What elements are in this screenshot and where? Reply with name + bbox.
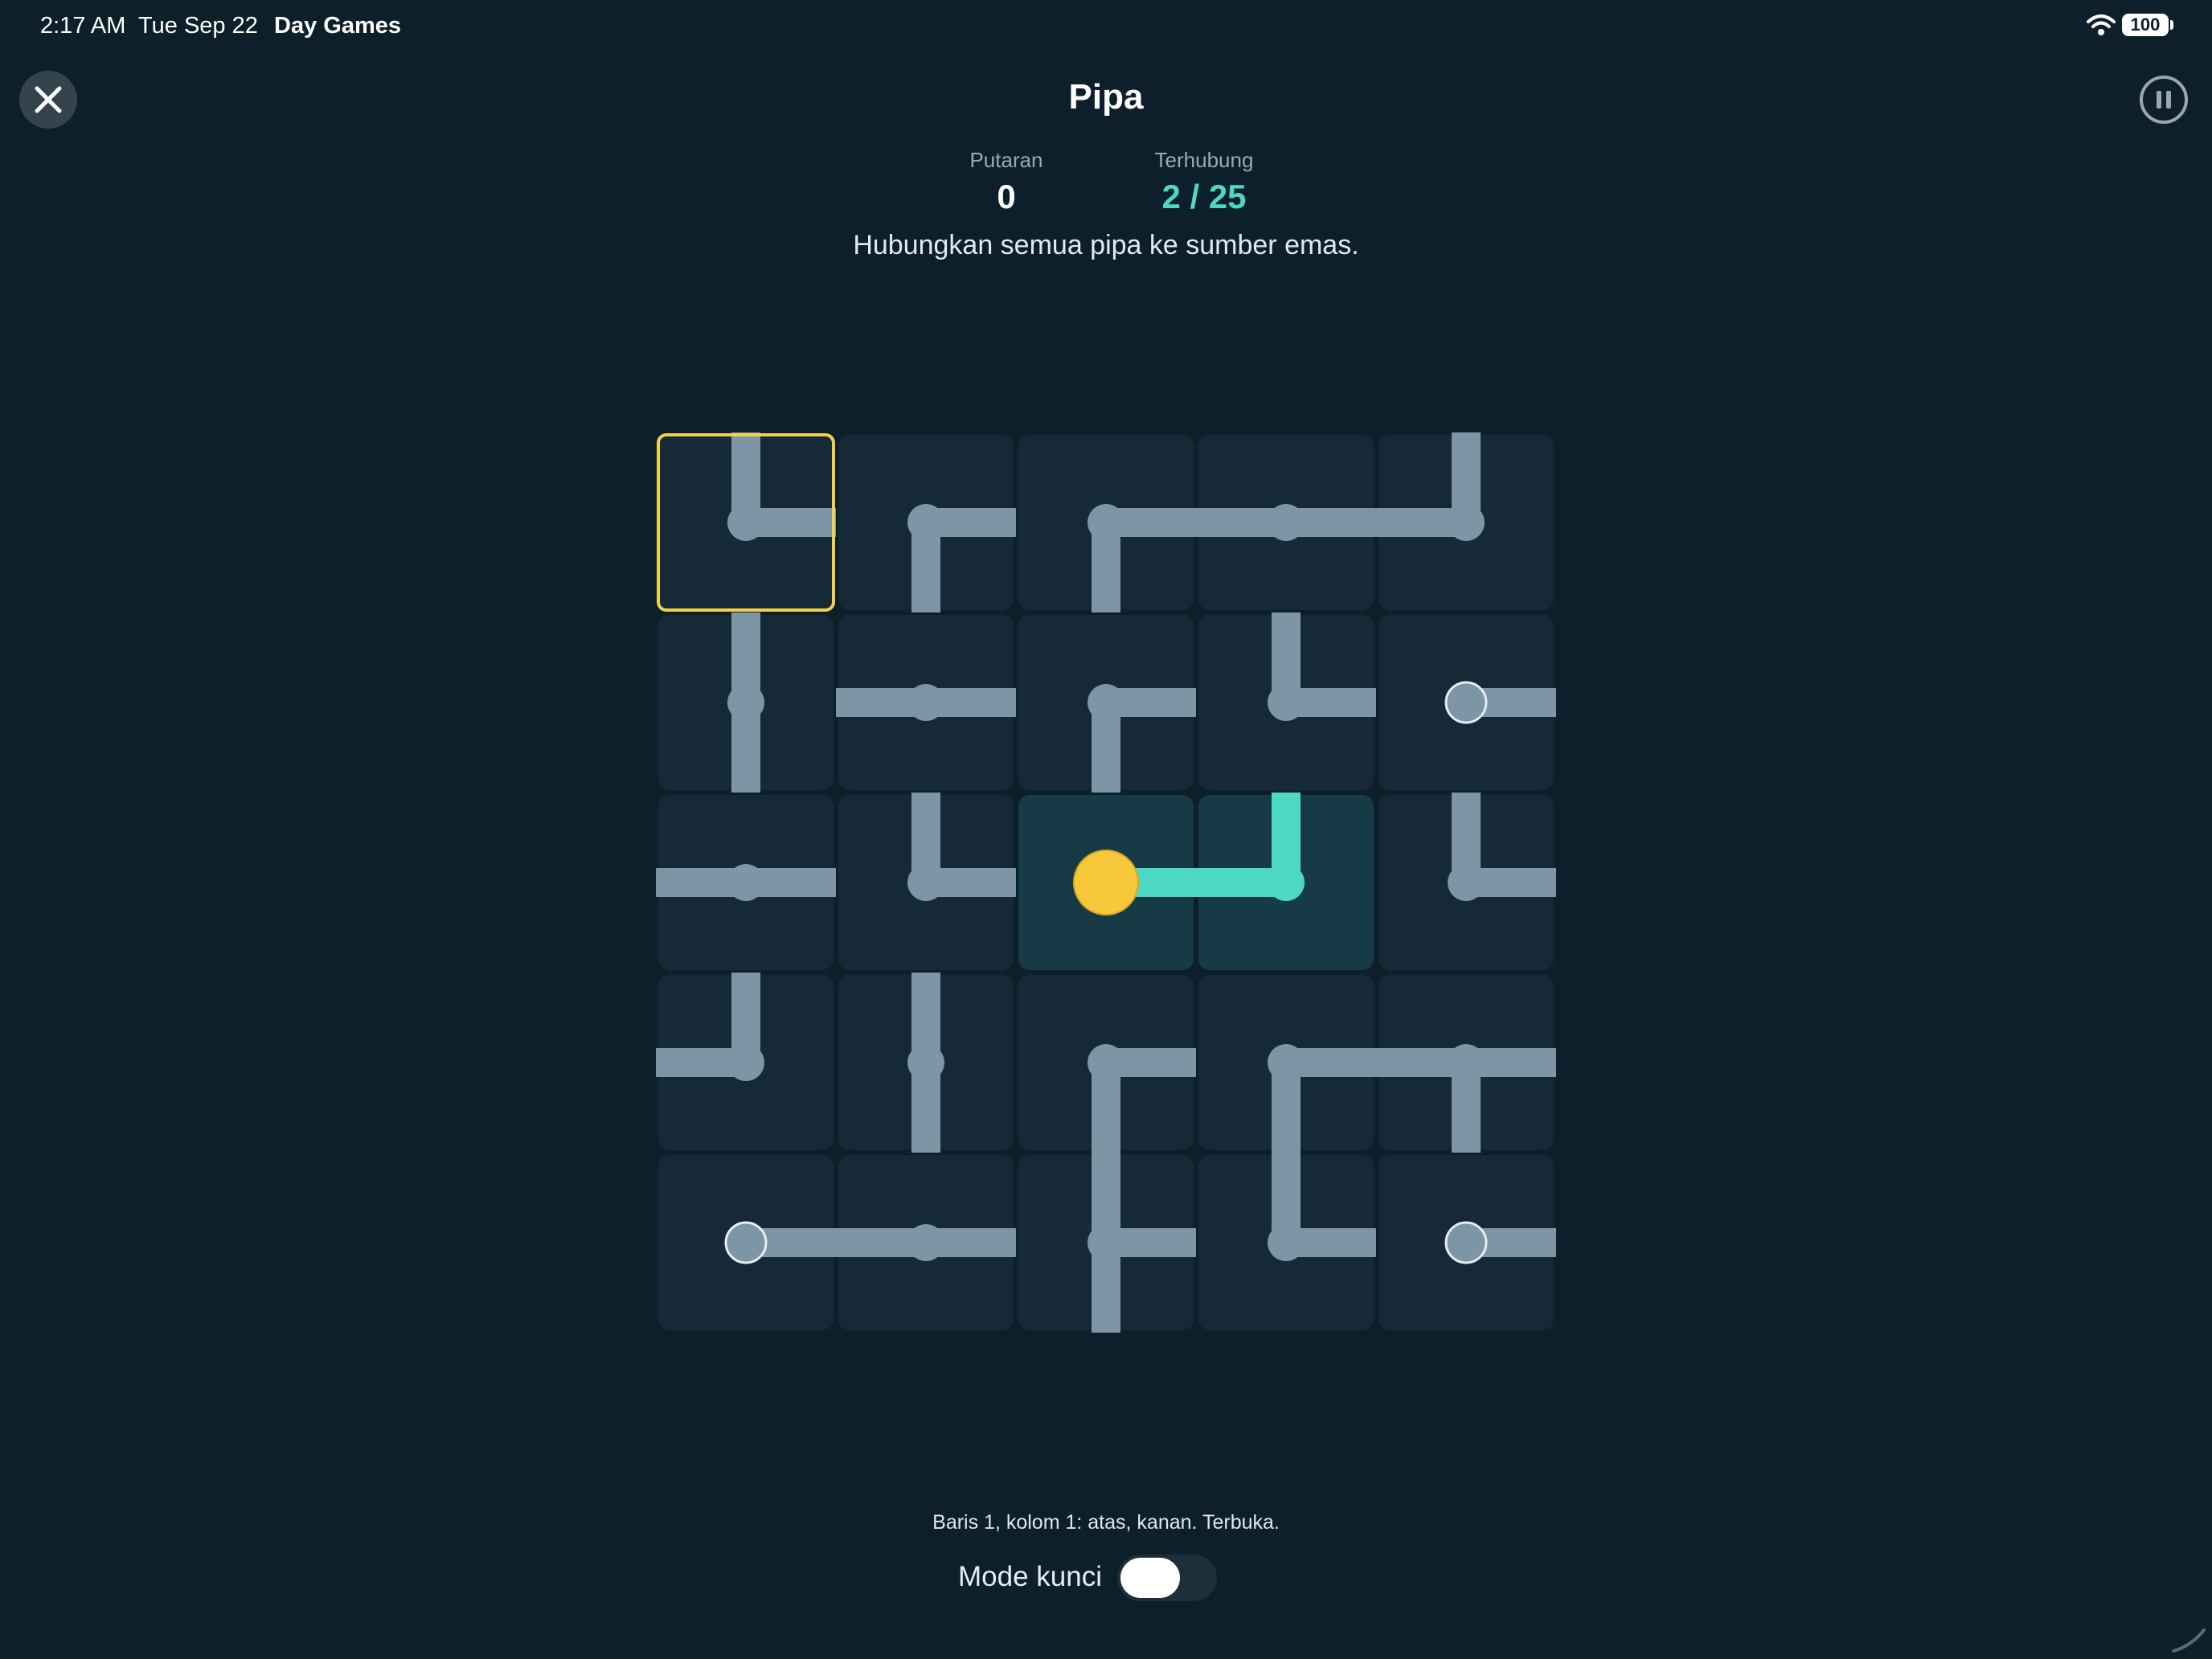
pipe-tile-r3c2[interactable] xyxy=(838,795,1014,970)
pipe-tile-r2c4[interactable] xyxy=(1198,615,1374,790)
pipe-tile-r4c3[interactable] xyxy=(1018,975,1194,1150)
pipe-tile-r3c4[interactable] xyxy=(1198,795,1374,970)
connected-label: Terhubung xyxy=(1154,148,1254,172)
pipe-tile-r1c4[interactable] xyxy=(1198,435,1374,610)
pipe-tile-r1c2[interactable] xyxy=(838,435,1014,610)
wifi-icon xyxy=(2087,14,2116,35)
toggle-knob xyxy=(1120,1558,1180,1598)
pipe-tile-r3c5[interactable] xyxy=(1378,795,1554,970)
rotations-value: 0 xyxy=(997,178,1016,215)
rotations-label: Putaran xyxy=(969,148,1043,172)
battery-tip xyxy=(2170,20,2173,30)
pipe-board xyxy=(656,432,1556,1333)
pipe-tile-r4c2[interactable] xyxy=(838,975,1014,1150)
battery-icon: 100 xyxy=(2122,14,2169,36)
status-time: 2:17 AM xyxy=(40,13,126,39)
pipe-tile-r4c5[interactable] xyxy=(1378,975,1554,1150)
pipe-tile-r2c1[interactable] xyxy=(658,615,834,790)
pipe-tile-r5c2[interactable] xyxy=(838,1155,1014,1330)
pipe-tile-r1c5[interactable] xyxy=(1378,435,1554,610)
instruction-text: Hubungkan semua pipa ke sumber emas. xyxy=(853,230,1359,260)
resize-handle-icon xyxy=(2172,1628,2206,1653)
selection-caption: Baris 1, kolom 1: atas, kanan. Terbuka. xyxy=(932,1511,1280,1534)
pipe-tile-r3c1[interactable] xyxy=(658,795,834,970)
pipe-tile-r1c3[interactable] xyxy=(1018,435,1194,610)
pipe-tile-r5c3[interactable] xyxy=(1018,1155,1194,1330)
pipe-tile-r1c1[interactable] xyxy=(658,435,834,610)
pipe-tile-r5c1[interactable] xyxy=(658,1155,834,1330)
pipe-tile-r5c5[interactable] xyxy=(1378,1155,1554,1330)
status-bar: 2:17 AM Tue Sep 22 Day Games 100 xyxy=(0,0,2212,51)
pipe-tile-r5c4[interactable] xyxy=(1198,1155,1374,1330)
pipe-tile-r2c5[interactable] xyxy=(1378,615,1554,790)
pipe-tile-r2c3[interactable] xyxy=(1018,615,1194,790)
status-app-name: Day Games xyxy=(274,13,401,39)
pipe-tile-r4c1[interactable] xyxy=(658,975,834,1150)
lock-mode-label: Mode kunci xyxy=(958,1561,1102,1592)
status-date: Tue Sep 22 xyxy=(138,13,258,39)
battery-level: 100 xyxy=(2130,14,2161,35)
lock-mode-toggle[interactable] xyxy=(1117,1555,1217,1601)
connected-stat: Terhubung 2 / 25 xyxy=(1108,148,1301,216)
rotations-stat: Putaran 0 xyxy=(910,148,1103,216)
pipe-tile-r3c3[interactable] xyxy=(1018,795,1194,970)
pipe-tile-r2c2[interactable] xyxy=(838,615,1014,790)
pipe-tile-r4c4[interactable] xyxy=(1198,975,1374,1150)
connected-value: 2 / 25 xyxy=(1161,178,1247,215)
page-title: Pipa xyxy=(1068,77,1144,117)
pause-button[interactable] xyxy=(2140,76,2188,124)
